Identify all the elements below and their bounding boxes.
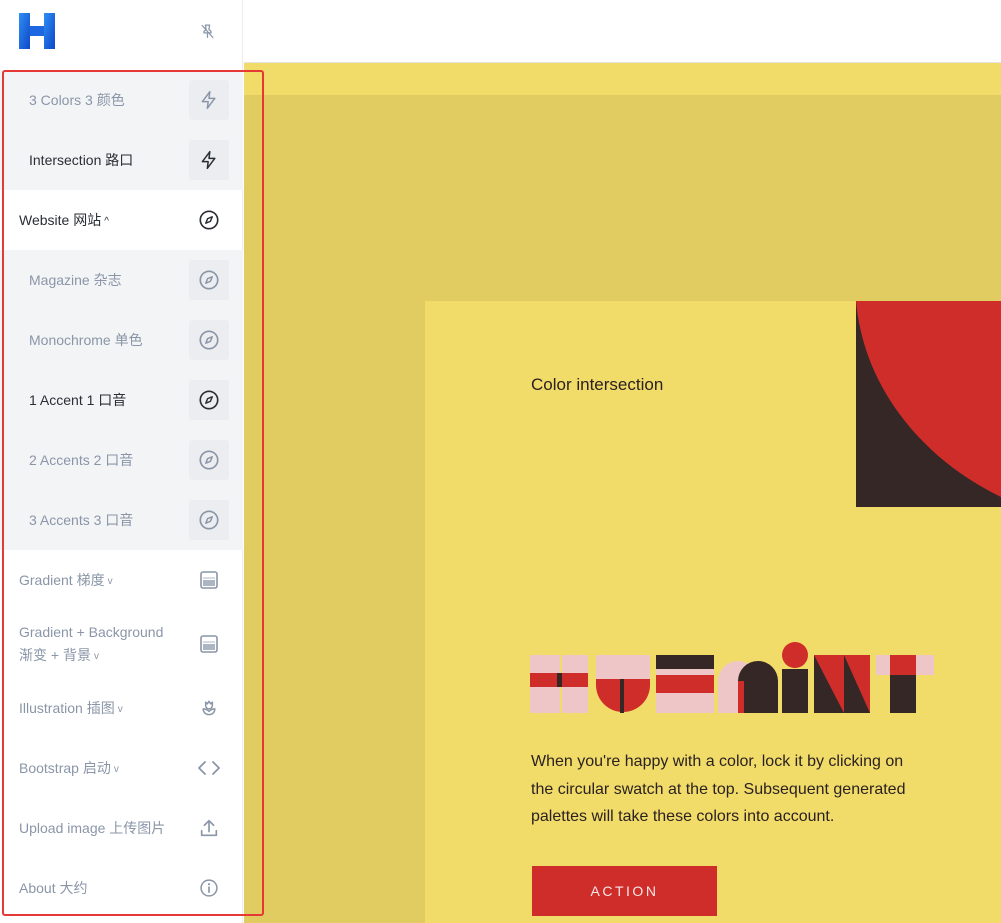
- sidebar-item-gradient[interactable]: Gradient 梯度 v: [0, 550, 243, 610]
- bolt-icon: [189, 80, 229, 120]
- sidebar-item-illustration[interactable]: Illustration 插图 v: [0, 678, 243, 738]
- sidebar-item-label: Illustration 插图 v: [19, 700, 123, 716]
- sidebar-item-2-accents[interactable]: 2 Accents 2 口音: [0, 430, 243, 490]
- sidebar-item-label: Intersection 路口: [29, 152, 134, 168]
- upload-icon: [189, 808, 229, 848]
- sidebar-item-label: Website 网站 ^: [19, 212, 109, 228]
- top-bar: [244, 0, 1001, 63]
- sidebar-item-label: 2 Accents 2 口音: [29, 452, 134, 468]
- bolt-icon: [189, 140, 229, 180]
- sidebar-item-label: Gradient 梯度 v: [19, 572, 113, 588]
- code-icon: [189, 748, 229, 788]
- compass-icon: [189, 200, 229, 240]
- logo-icon[interactable]: [19, 13, 55, 49]
- sidebar-item-upload-image[interactable]: Upload image 上传图片: [0, 798, 243, 858]
- sidebar-item-1-accent[interactable]: 1 Accent 1 口音: [0, 370, 243, 430]
- sidebar-item-label: About 大约: [19, 880, 88, 896]
- sidebar-item-label: Magazine 杂志: [29, 272, 122, 288]
- sidebar-item-label: 3 Accents 3 口音: [29, 512, 134, 528]
- card-description: When you're happy with a color, lock it …: [531, 753, 906, 825]
- flower-icon: [189, 688, 229, 728]
- pin-off-icon[interactable]: [199, 23, 216, 40]
- chevron-down-icon: v: [117, 704, 123, 715]
- info-icon: [189, 868, 229, 908]
- sidebar-item-about[interactable]: About 大约: [0, 858, 243, 918]
- sidebar-menu: 3 Colors 3 颜色 Intersection 路口 Website 网站…: [0, 70, 243, 918]
- compass-icon: [189, 500, 229, 540]
- sidebar-item-label: 1 Accent 1 口音: [29, 392, 127, 408]
- sidebar-item-label: 3 Colors 3 颜色: [29, 92, 125, 108]
- sidebar-item-label: Bootstrap 启动 v: [19, 760, 119, 776]
- sidebar-item-gradient-background[interactable]: Gradient + Background 渐变 + 背景 v: [0, 610, 243, 678]
- color-band: [244, 63, 1001, 95]
- gradient-icon: [189, 560, 229, 600]
- card-title: Color intersection: [531, 375, 664, 394]
- sidebar-item-intersection[interactable]: Intersection 路口: [0, 130, 243, 190]
- sidebar-item-monochrome[interactable]: Monochrome 单色: [0, 310, 243, 370]
- huemint-wordmark: [530, 642, 934, 713]
- sidebar-item-label: Gradient + Background 渐变 + 背景 v: [0, 621, 175, 668]
- sidebar-item-3-accents[interactable]: 3 Accents 3 口音: [0, 490, 243, 550]
- preview-card: Color intersection When you're happy wit…: [425, 301, 1001, 923]
- chevron-up-icon: ^: [104, 216, 109, 227]
- sidebar-item-label: Upload image 上传图片: [19, 820, 166, 836]
- chevron-down-icon: v: [113, 764, 119, 775]
- chevron-down-icon: v: [93, 650, 99, 662]
- compass-icon: [189, 380, 229, 420]
- sidebar-item-website[interactable]: Website 网站 ^: [0, 190, 243, 250]
- sidebar-item-label: Monochrome 单色: [29, 332, 143, 348]
- sidebar-item-3-colors[interactable]: 3 Colors 3 颜色: [0, 70, 243, 130]
- sidebar-item-bootstrap[interactable]: Bootstrap 启动 v: [0, 738, 243, 798]
- sidebar: 3 Colors 3 颜色 Intersection 路口 Website 网站…: [0, 0, 243, 923]
- compass-icon: [189, 260, 229, 300]
- sidebar-header: [0, 0, 242, 63]
- chevron-down-icon: v: [107, 576, 113, 587]
- compass-icon: [189, 320, 229, 360]
- sidebar-item-magazine[interactable]: Magazine 杂志: [0, 250, 243, 310]
- intersection-art: [856, 301, 1001, 507]
- gradient-icon: [189, 624, 229, 664]
- action-button[interactable]: ACTION: [532, 866, 717, 916]
- compass-icon: [189, 440, 229, 480]
